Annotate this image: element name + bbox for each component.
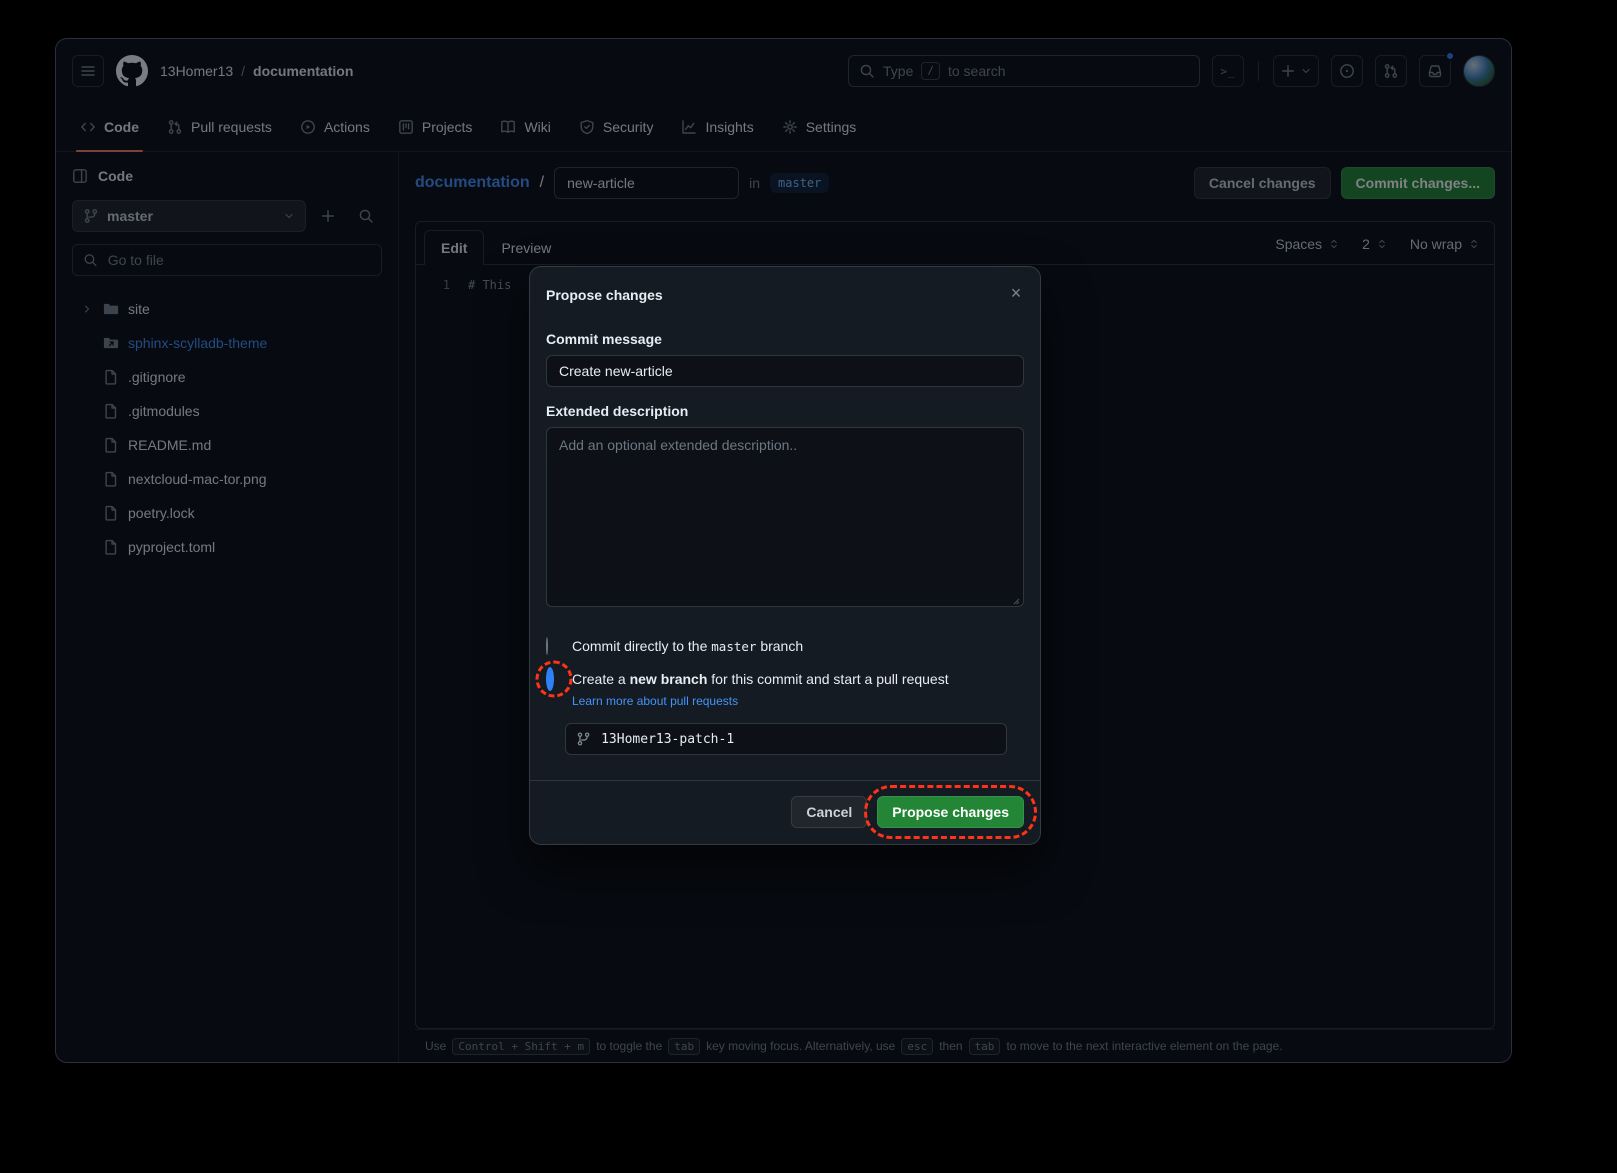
- extended-description-textarea[interactable]: [546, 427, 1024, 607]
- dialog-cancel-button[interactable]: Cancel: [791, 796, 867, 828]
- label-text: Create a: [572, 671, 626, 687]
- radio-create-branch[interactable]: [546, 667, 554, 691]
- label-text: for this commit and start a pull request: [711, 671, 948, 687]
- close-dialog-button[interactable]: ×: [1002, 279, 1030, 307]
- branch-ref-text: master: [711, 639, 756, 654]
- git-branch-icon: [576, 731, 591, 747]
- label-bold-text: new branch: [630, 671, 708, 687]
- annotation-circle-radio: [536, 661, 573, 698]
- dialog-title: Propose changes: [546, 287, 663, 303]
- label-text: branch: [760, 638, 803, 654]
- commit-message-input[interactable]: [546, 355, 1024, 387]
- label-text: Commit directly to the: [572, 638, 707, 654]
- create-branch-option[interactable]: Create a new branch for this commit and …: [546, 671, 1024, 687]
- create-branch-label: Create a new branch for this commit and …: [572, 671, 949, 687]
- learn-more-link[interactable]: Learn more about pull requests: [572, 694, 738, 708]
- extended-description-label: Extended description: [546, 403, 1024, 419]
- propose-changes-dialog: Propose changes × Commit message Extende…: [529, 266, 1041, 845]
- commit-message-label: Commit message: [546, 331, 1024, 347]
- commit-direct-label: Commit directly to the master branch: [572, 638, 803, 654]
- commit-direct-option[interactable]: Commit directly to the master branch: [546, 638, 1024, 654]
- close-icon: ×: [1011, 283, 1022, 304]
- new-branch-name-input[interactable]: [599, 731, 996, 748]
- propose-changes-button[interactable]: Propose changes: [877, 796, 1024, 828]
- github-app-window: 13Homer13 / documentation Type / to sear…: [55, 38, 1512, 1063]
- new-branch-name-field[interactable]: [565, 723, 1007, 755]
- radio-commit-direct[interactable]: [546, 637, 548, 655]
